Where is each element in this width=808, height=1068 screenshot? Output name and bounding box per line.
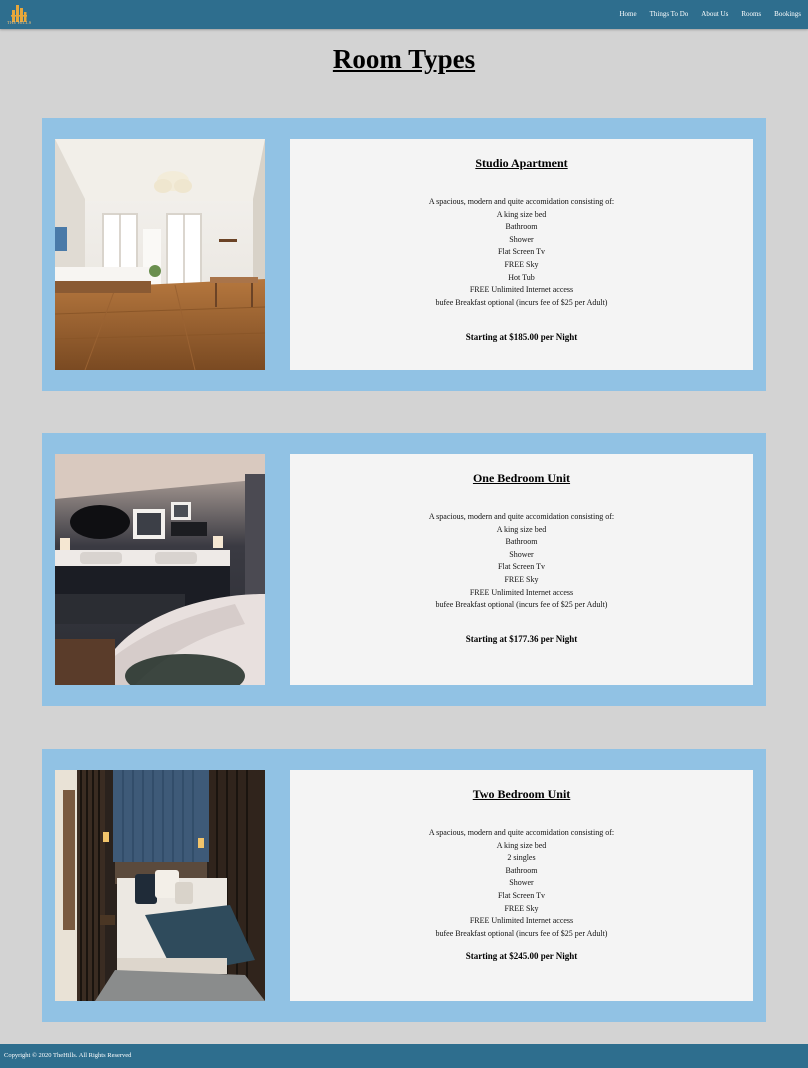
amenity-item: A king size bed — [496, 209, 547, 219]
top-nav-bar: THE HILLS Home Things To Do About Us Roo… — [0, 0, 808, 29]
room-price: Starting at $177.36 per Night — [465, 634, 578, 644]
nav-home[interactable]: Home — [620, 11, 637, 18]
room-description: A spacious, modern and quite accomidatio… — [290, 196, 753, 309]
amenity-item: Bathroom — [505, 222, 538, 232]
amenity-item: FREE Unlimited Internet access — [469, 285, 574, 295]
amenity-item: FREE Unlimited Internet access — [469, 916, 574, 926]
room-info-studio: Studio Apartment A spacious, modern and … — [290, 139, 753, 370]
amenity-item: Shower — [509, 878, 534, 888]
room-description: A spacious, modern and quite accomidatio… — [290, 827, 753, 940]
amenity-item: Shower — [509, 549, 534, 559]
amenity-item: Shower — [509, 234, 534, 244]
amenity-item: bufee Breakfast optional (incurs fee of … — [435, 297, 608, 307]
amenity-item: A king size bed — [496, 840, 547, 850]
amenity-item: 2 singles — [507, 853, 536, 863]
room-price: Starting at $185.00 per Night — [465, 332, 578, 342]
description-line: A spacious, modern and quite accomidatio… — [428, 828, 615, 837]
two-bedroom-photo — [55, 770, 265, 1001]
room-card-two-bedroom: Two Bedroom Unit A spacious, modern and … — [42, 749, 766, 1022]
copyright-text: Copyright © 2020 TheHills. All Rights Re… — [4, 1052, 132, 1059]
amenity-item: A king size bed — [496, 524, 547, 534]
room-card-one-bedroom: One Bedroom Unit A spacious, modern and … — [42, 433, 766, 706]
nav-things-to-do[interactable]: Things To Do — [650, 11, 689, 18]
room-title: Two Bedroom Unit — [472, 787, 571, 801]
amenity-item: bufee Breakfast optional (incurs fee of … — [435, 600, 608, 610]
amenity-item: bufee Breakfast optional (incurs fee of … — [435, 928, 608, 938]
amenity-item: Flat Screen Tv — [498, 247, 545, 257]
description-line: A spacious, modern and quite accomidatio… — [428, 197, 615, 206]
amenity-item: Bathroom — [505, 865, 538, 875]
studio-apartment-photo — [55, 139, 265, 370]
room-title: Studio Apartment — [475, 156, 568, 170]
amenity-item: Bathroom — [505, 537, 538, 547]
amenity-item: Hot Tub — [508, 272, 535, 282]
nav-about-us[interactable]: About Us — [701, 11, 728, 18]
room-info-one-bedroom: One Bedroom Unit A spacious, modern and … — [290, 454, 753, 685]
amenity-item: FREE Sky — [504, 574, 539, 584]
description-line: A spacious, modern and quite accomidatio… — [428, 512, 615, 521]
main-nav: Home Things To Do About Us Rooms Booking… — [607, 11, 802, 18]
room-title: One Bedroom Unit — [472, 471, 571, 485]
nav-rooms[interactable]: Rooms — [741, 11, 761, 18]
nav-bookings[interactable]: Bookings — [774, 11, 801, 18]
amenity-item: FREE Unlimited Internet access — [469, 587, 574, 597]
room-price: Starting at $245.00 per Night — [465, 951, 578, 961]
room-card-studio: Studio Apartment A spacious, modern and … — [42, 118, 766, 391]
room-info-two-bedroom: Two Bedroom Unit A spacious, modern and … — [290, 770, 753, 1001]
amenity-item: Flat Screen Tv — [498, 890, 545, 900]
amenity-item: FREE Sky — [504, 903, 539, 913]
logo-text: THE HILLS — [7, 20, 32, 25]
page-title: Room Types — [332, 44, 476, 74]
amenity-item: Flat Screen Tv — [498, 562, 545, 572]
amenity-item: FREE Sky — [504, 259, 539, 269]
page-footer: Copyright © 2020 TheHills. All Rights Re… — [0, 1044, 808, 1068]
one-bedroom-photo — [55, 454, 265, 685]
room-description: A spacious, modern and quite accomidatio… — [290, 511, 753, 612]
